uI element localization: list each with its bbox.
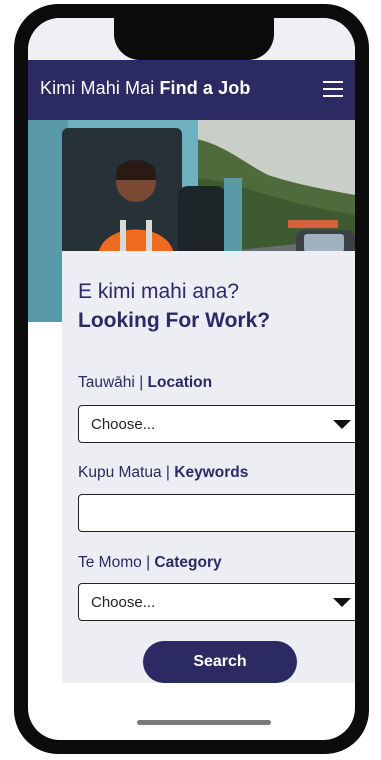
category-label-separator: | xyxy=(146,554,151,571)
location-label-separator: | xyxy=(139,374,144,391)
keywords-label-maori: Kupu Matua xyxy=(78,464,162,481)
category-label-english: Category xyxy=(154,554,222,571)
category-label-maori: Te Momo xyxy=(78,554,142,571)
hamburger-menu-icon[interactable] xyxy=(323,81,343,97)
chevron-down-icon xyxy=(333,598,351,607)
location-label: Tauwāhi | Location xyxy=(78,374,212,392)
location-select-value: Choose... xyxy=(91,416,156,433)
keywords-input[interactable] xyxy=(78,494,355,532)
site-header: Kimi Mahi Mai Find a Job xyxy=(28,60,355,120)
location-label-maori: Tauwāhi xyxy=(78,374,135,391)
phone-screen: Kimi Mahi Mai Find a Job E kimi mahi ana… xyxy=(28,18,355,740)
chevron-down-icon xyxy=(333,420,351,429)
brand-english-text: Find a Job xyxy=(159,78,251,98)
category-select-value: Choose... xyxy=(91,594,156,611)
keywords-label: Kupu Matua | Keywords xyxy=(78,464,248,482)
job-search-panel: E kimi mahi ana? Looking For Work? Tauwā… xyxy=(62,251,355,683)
heading-maori: E kimi mahi ana? xyxy=(78,280,240,303)
phone-frame: Kimi Mahi Mai Find a Job E kimi mahi ana… xyxy=(14,4,369,754)
search-button[interactable]: Search xyxy=(143,641,297,683)
category-select[interactable]: Choose... xyxy=(78,583,355,621)
site-brand[interactable]: Kimi Mahi Mai Find a Job xyxy=(40,78,250,99)
keywords-label-separator: | xyxy=(165,464,170,481)
category-label: Te Momo | Category xyxy=(78,554,222,572)
keywords-label-english: Keywords xyxy=(174,464,249,481)
location-select[interactable]: Choose... xyxy=(78,405,355,443)
heading-english: Looking For Work? xyxy=(78,309,271,332)
home-indicator[interactable] xyxy=(137,720,271,725)
location-label-english: Location xyxy=(147,374,213,391)
phone-notch xyxy=(114,18,274,60)
brand-maori-text: Kimi Mahi Mai xyxy=(40,78,155,98)
